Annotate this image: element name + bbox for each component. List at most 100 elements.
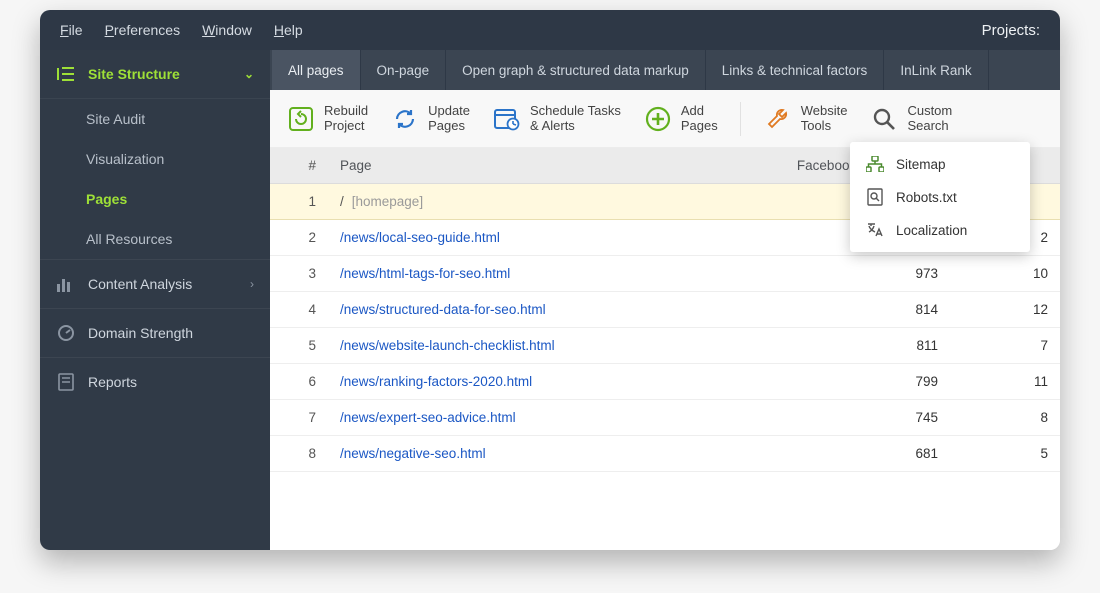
sidebar-section-label: Reports	[88, 374, 137, 390]
cell-page: /news/website-launch-checklist.html	[328, 328, 696, 364]
page-link[interactable]: /news/structured-data-for-seo.html	[340, 302, 546, 317]
toolbar: Rebuild Project Update Pages Schedule Ta…	[270, 90, 1060, 148]
page-link[interactable]: /news/html-tags-for-seo.html	[340, 266, 510, 281]
popover-item-sitemap[interactable]: Sitemap	[850, 148, 1030, 180]
cell-num: 5	[270, 328, 328, 364]
rebuild-icon	[286, 104, 316, 134]
website-tools-popover: Sitemap Robots.txt Localization	[850, 142, 1030, 252]
chevron-down-icon: ⌄	[244, 67, 254, 81]
sidebar-section-domain-strength[interactable]: Domain Strength	[40, 309, 270, 357]
cell-extra: 7	[950, 328, 1060, 364]
sidebar-section-content-analysis[interactable]: Content Analysis ›	[40, 260, 270, 308]
cell-page: /news/structured-data-for-seo.html	[328, 292, 696, 328]
cell-fb: 745	[696, 400, 950, 436]
sidebar-section-site-structure[interactable]: Site Structure ⌄	[40, 50, 270, 99]
domain-strength-icon	[56, 323, 76, 343]
sidebar-section-reports[interactable]: Reports	[40, 358, 270, 406]
col-header-page[interactable]: Page	[328, 148, 696, 184]
cell-extra: 8	[950, 400, 1060, 436]
localization-icon	[864, 222, 886, 238]
popover-item-robots[interactable]: Robots.txt	[850, 180, 1030, 214]
tab-on-page[interactable]: On-page	[361, 50, 447, 90]
page-link[interactable]: /news/local-seo-guide.html	[340, 230, 500, 245]
cell-extra: 10	[950, 256, 1060, 292]
cell-fb: 973	[696, 256, 950, 292]
wrench-icon	[763, 104, 793, 134]
table-row[interactable]: 7/news/expert-seo-advice.html7458	[270, 400, 1060, 436]
tab-links-technical[interactable]: Links & technical factors	[706, 50, 885, 90]
cell-num: 1	[270, 184, 328, 220]
rebuild-project-button[interactable]: Rebuild Project	[286, 104, 368, 134]
schedule-icon	[492, 104, 522, 134]
site-structure-icon	[56, 64, 76, 84]
projects-label[interactable]: Projects:	[982, 22, 1040, 39]
search-icon	[869, 104, 899, 134]
tool-label: Website Tools	[801, 104, 848, 134]
cell-page: /[homepage]	[328, 184, 696, 220]
table-row[interactable]: 5/news/website-launch-checklist.html 8117	[270, 328, 1060, 364]
main-panel: All pages On-page Open graph & structure…	[270, 50, 1060, 550]
cell-extra: 5	[950, 436, 1060, 472]
cell-fb: 811	[696, 328, 950, 364]
cell-page: /news/ranking-factors-2020.html	[328, 364, 696, 400]
cell-page: /news/html-tags-for-seo.html	[328, 256, 696, 292]
tool-label: Rebuild Project	[324, 104, 368, 134]
menu-help[interactable]: Help	[274, 22, 303, 38]
add-pages-button[interactable]: Add Pages	[643, 104, 718, 134]
cell-page: /news/expert-seo-advice.html	[328, 400, 696, 436]
sidebar-item-pages[interactable]: Pages	[40, 179, 270, 219]
tab-inlink-rank[interactable]: InLink Rank	[884, 50, 988, 90]
cell-num: 8	[270, 436, 328, 472]
popover-item-label: Localization	[896, 223, 967, 238]
page-link[interactable]: /news/negative-seo.html	[340, 446, 486, 461]
tool-label: Custom Search	[907, 104, 952, 134]
cell-extra: 12	[950, 292, 1060, 328]
chevron-right-icon: ›	[250, 277, 254, 291]
sidebar-section-label: Site Structure	[88, 66, 180, 82]
cell-fb: 799	[696, 364, 950, 400]
sidebar-section-label: Content Analysis	[88, 276, 192, 292]
toolbar-separator	[740, 102, 741, 136]
cell-extra: 11	[950, 364, 1060, 400]
table-row[interactable]: 8/news/negative-seo.html6815	[270, 436, 1060, 472]
sidebar-item-site-audit[interactable]: Site Audit	[40, 99, 270, 139]
menu-window[interactable]: Window	[202, 22, 252, 38]
robots-icon	[864, 188, 886, 206]
col-header-num[interactable]: #	[270, 148, 328, 184]
popover-item-localization[interactable]: Localization	[850, 214, 1030, 246]
cell-page: /news/negative-seo.html	[328, 436, 696, 472]
popover-item-label: Sitemap	[896, 157, 946, 172]
add-icon	[643, 104, 673, 134]
cell-page: /news/local-seo-guide.html	[328, 220, 696, 256]
page-link[interactable]: /news/expert-seo-advice.html	[340, 410, 516, 425]
table-row[interactable]: 3/news/html-tags-for-seo.html 97310	[270, 256, 1060, 292]
table-row[interactable]: 4/news/structured-data-for-seo.html81412	[270, 292, 1060, 328]
table-row[interactable]: 6/news/ranking-factors-2020.html79911	[270, 364, 1060, 400]
tool-label: Schedule Tasks & Alerts	[530, 104, 621, 134]
menu-preferences[interactable]: Preferences	[105, 22, 181, 38]
schedule-tasks-button[interactable]: Schedule Tasks & Alerts	[492, 104, 621, 134]
page-link[interactable]: /news/website-launch-checklist.html	[340, 338, 555, 353]
menu-file[interactable]: File	[60, 22, 83, 38]
sidebar-item-all-resources[interactable]: All Resources	[40, 219, 270, 259]
cell-num: 2	[270, 220, 328, 256]
sidebar: Site Structure ⌄ Site Audit Visualizatio…	[40, 50, 270, 550]
menu-bar: File Preferences Window Help Projects:	[40, 10, 1060, 50]
sitemap-icon	[864, 156, 886, 172]
update-icon	[390, 104, 420, 134]
sidebar-section-label: Domain Strength	[88, 325, 193, 341]
custom-search-button[interactable]: Custom Search	[869, 104, 952, 134]
app-window: File Preferences Window Help Projects: S…	[40, 10, 1060, 550]
website-tools-button[interactable]: Website Tools	[763, 104, 848, 134]
page-link[interactable]: /news/ranking-factors-2020.html	[340, 374, 532, 389]
sidebar-item-visualization[interactable]: Visualization	[40, 139, 270, 179]
tool-label: Update Pages	[428, 104, 470, 134]
tab-all-pages[interactable]: All pages	[272, 50, 361, 90]
reports-icon	[56, 372, 76, 392]
content-analysis-icon	[56, 274, 76, 294]
tab-open-graph[interactable]: Open graph & structured data markup	[446, 50, 706, 90]
popover-item-label: Robots.txt	[896, 190, 957, 205]
cell-num: 3	[270, 256, 328, 292]
tabs-row: All pages On-page Open graph & structure…	[270, 50, 1060, 90]
update-pages-button[interactable]: Update Pages	[390, 104, 470, 134]
